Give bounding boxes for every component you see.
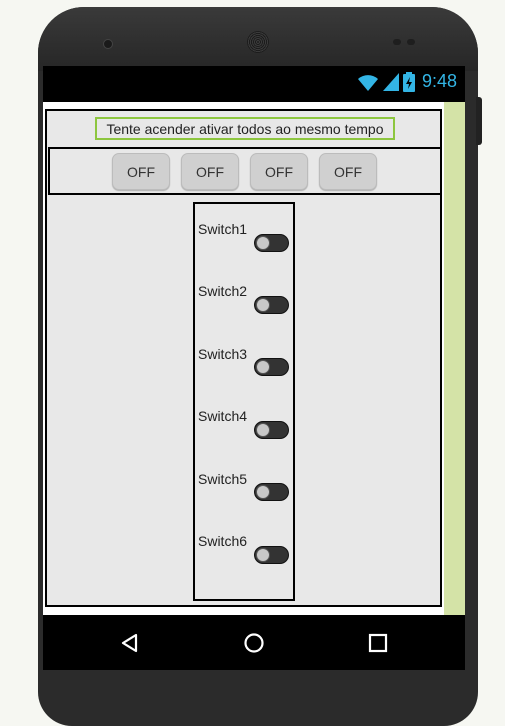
wifi-icon [357, 74, 378, 91]
sensor-icon [393, 39, 401, 45]
switch5-toggle[interactable] [254, 483, 289, 501]
switch1-thumb [256, 236, 270, 250]
main-container: Tente acender ativar todos ao mesmo temp… [45, 109, 442, 607]
switch-panel: Switch1 Switch2 Switch3 Switch4 Switch5 … [193, 202, 295, 601]
status-icons: 9:48 [357, 71, 457, 92]
switch1-label: Switch1 [198, 221, 248, 237]
off-button-4[interactable]: OFF [319, 153, 377, 190]
switch2-thumb [256, 298, 270, 312]
switch2-toggle[interactable] [254, 296, 289, 314]
switch3-toggle[interactable] [254, 358, 289, 376]
switch3-label: Switch3 [198, 346, 248, 362]
signal-icon [382, 72, 399, 91]
switch4-thumb [256, 423, 270, 437]
screen: 9:48 Tente acender ativar todos ao mesmo… [43, 66, 465, 670]
nav-bar [43, 615, 465, 670]
switch4-toggle[interactable] [254, 421, 289, 439]
switch1-toggle[interactable] [254, 234, 289, 252]
power-button[interactable] [476, 97, 482, 145]
off-button-1[interactable]: OFF [112, 153, 170, 190]
switch6-thumb [256, 548, 270, 562]
home-icon[interactable] [239, 615, 269, 670]
scroll-strip[interactable] [444, 102, 465, 615]
switch6-toggle[interactable] [254, 546, 289, 564]
off-button-2[interactable]: OFF [181, 153, 239, 190]
switch6-label: Switch6 [198, 533, 248, 549]
switch5-label: Switch5 [198, 471, 248, 487]
back-icon[interactable] [115, 615, 145, 670]
switch5-thumb [256, 485, 270, 499]
battery-icon [402, 71, 415, 92]
switch4-label: Switch4 [198, 408, 248, 424]
title-label: Tente acender ativar todos ao mesmo temp… [95, 117, 395, 140]
button-row: OFF OFF OFF OFF [48, 147, 442, 195]
sensor-icon [407, 39, 415, 45]
camera-icon [103, 39, 113, 49]
recents-icon[interactable] [363, 615, 393, 670]
app-screen: Tente acender ativar todos ao mesmo temp… [43, 102, 465, 615]
switch2-label: Switch2 [198, 283, 248, 299]
switch3-thumb [256, 360, 270, 374]
speaker-icon [247, 31, 269, 53]
off-button-3[interactable]: OFF [250, 153, 308, 190]
status-time: 9:48 [421, 71, 457, 91]
status-bar: 9:48 [43, 66, 465, 102]
